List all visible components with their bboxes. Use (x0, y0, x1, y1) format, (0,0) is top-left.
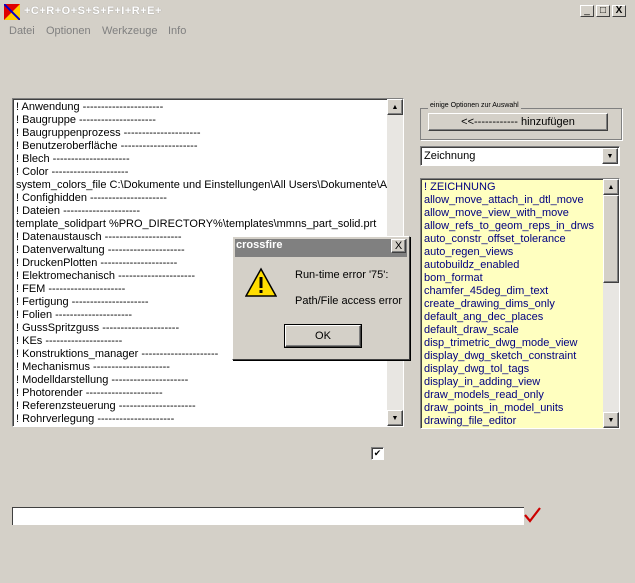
config-list-item[interactable]: ! Baugruppenprozess --------------------… (16, 127, 388, 140)
config-list-item[interactable]: system_colors_file C:\Dokumente und Eins… (16, 179, 388, 192)
chevron-down-icon[interactable]: ▼ (602, 148, 618, 164)
option-list-item[interactable]: auto_regen_views (424, 246, 604, 259)
option-list-item[interactable]: bom_format (424, 272, 604, 285)
config-list-item[interactable]: ! Rohrverlegung --------------------- (16, 413, 388, 426)
option-list[interactable]: ! ZEICHNUNG allow_move_attach_in_dtl_move… (420, 178, 620, 429)
config-list-item[interactable]: ! Modelldarstellung --------------------… (16, 374, 388, 387)
option-checkbox[interactable]: ✔ (371, 447, 384, 460)
category-select[interactable]: Zeichnung ▼ (420, 146, 620, 166)
minimize-button[interactable]: _ (580, 5, 594, 17)
dialog-title: crossfire (236, 239, 283, 251)
dialog-message-code: Run-time error '75': (295, 269, 389, 281)
option-list-item[interactable]: draw_models_read_only (424, 389, 604, 402)
window-title: +C+R+O+S+S+F+I+R+E+ (24, 5, 162, 17)
warning-icon (245, 267, 277, 297)
option-list-item[interactable]: autobuildz_enabled (424, 259, 604, 272)
config-list-item[interactable]: ! Color --------------------- (16, 166, 388, 179)
config-list-item[interactable]: template_solidpart %PRO_DIRECTORY%\templ… (16, 218, 388, 231)
option-list-item[interactable]: auto_constr_offset_tolerance (424, 233, 604, 246)
close-button[interactable]: X (612, 5, 626, 17)
config-list-item[interactable]: ! Dateien --------------------- (16, 205, 388, 218)
config-list-item[interactable]: ! Anwendung ---------------------- (16, 101, 388, 114)
checkmark-icon: ✔ (373, 448, 382, 458)
scroll-down-arrow-icon[interactable]: ▼ (387, 410, 403, 426)
scroll-thumb[interactable] (603, 195, 619, 283)
menu-optionen[interactable]: Optionen (46, 25, 91, 37)
config-list-item[interactable]: ! Blech --------------------- (16, 153, 388, 166)
option-list-item[interactable]: allow_move_attach_in_dtl_move (424, 194, 604, 207)
scroll-up-arrow-icon[interactable]: ▲ (603, 179, 619, 195)
menu-info[interactable]: Info (168, 25, 186, 37)
app-icon (4, 4, 20, 20)
maximize-button[interactable]: □ (596, 5, 610, 17)
dialog-message-text: Path/File access error (295, 295, 402, 307)
option-list-item[interactable]: draw_points_in_model_units (424, 402, 604, 415)
option-list-item[interactable]: allow_refs_to_geom_reps_in_drws (424, 220, 604, 233)
config-list-item[interactable]: ! Baugruppe --------------------- (16, 114, 388, 127)
option-list-item[interactable]: ! ZEICHNUNG (424, 181, 604, 194)
menu-werkzeuge[interactable]: Werkzeuge (102, 25, 157, 37)
category-select-value: Zeichnung (424, 150, 476, 162)
option-list-item[interactable]: display_in_adding_view (424, 376, 604, 389)
config-list-item[interactable]: ! Benutzeroberfläche -------------------… (16, 140, 388, 153)
dialog-close-button[interactable]: X (391, 239, 406, 253)
scroll-down-arrow-icon[interactable]: ▼ (603, 412, 619, 428)
add-button[interactable]: <<------------ hinzufügen (428, 113, 608, 131)
config-list-item[interactable]: ! Referenzsteuerung --------------------… (16, 400, 388, 413)
option-list-item[interactable]: display_dwg_sketch_constraint (424, 350, 604, 363)
command-input[interactable] (12, 507, 524, 525)
option-list-item[interactable]: chamfer_45deg_dim_text (424, 285, 604, 298)
option-list-item[interactable]: drawing_file_editor (424, 415, 604, 428)
ok-button[interactable]: OK (284, 324, 362, 348)
confirm-check-icon[interactable] (522, 505, 542, 525)
config-list-item[interactable]: ! Photorender --------------------- (16, 387, 388, 400)
option-list-item[interactable]: allow_move_view_with_move (424, 207, 604, 220)
config-list-item[interactable]: ! Mechanismus --------------------- (16, 361, 388, 374)
option-list-item[interactable]: display_dwg_tol_tags (424, 363, 604, 376)
option-list-scrollbar[interactable]: ▲ ▼ (603, 179, 619, 428)
option-list-items: ! ZEICHNUNG allow_move_attach_in_dtl_move… (424, 181, 604, 428)
option-list-item[interactable]: disp_trimetric_dwg_mode_view (424, 337, 604, 350)
error-dialog[interactable]: crossfire X Run-time error '75': Path/Fi… (232, 236, 410, 360)
config-list-item[interactable]: ! Confighidden --------------------- (16, 192, 388, 205)
scroll-up-arrow-icon[interactable]: ▲ (387, 99, 403, 115)
option-list-item[interactable]: default_draw_scale (424, 324, 604, 337)
options-group-label: einige Optionen zur Auswahl (428, 102, 521, 109)
option-list-item[interactable]: create_drawing_dims_only (424, 298, 604, 311)
menu-datei[interactable]: Datei (9, 25, 35, 37)
option-list-item[interactable]: default_ang_dec_places (424, 311, 604, 324)
